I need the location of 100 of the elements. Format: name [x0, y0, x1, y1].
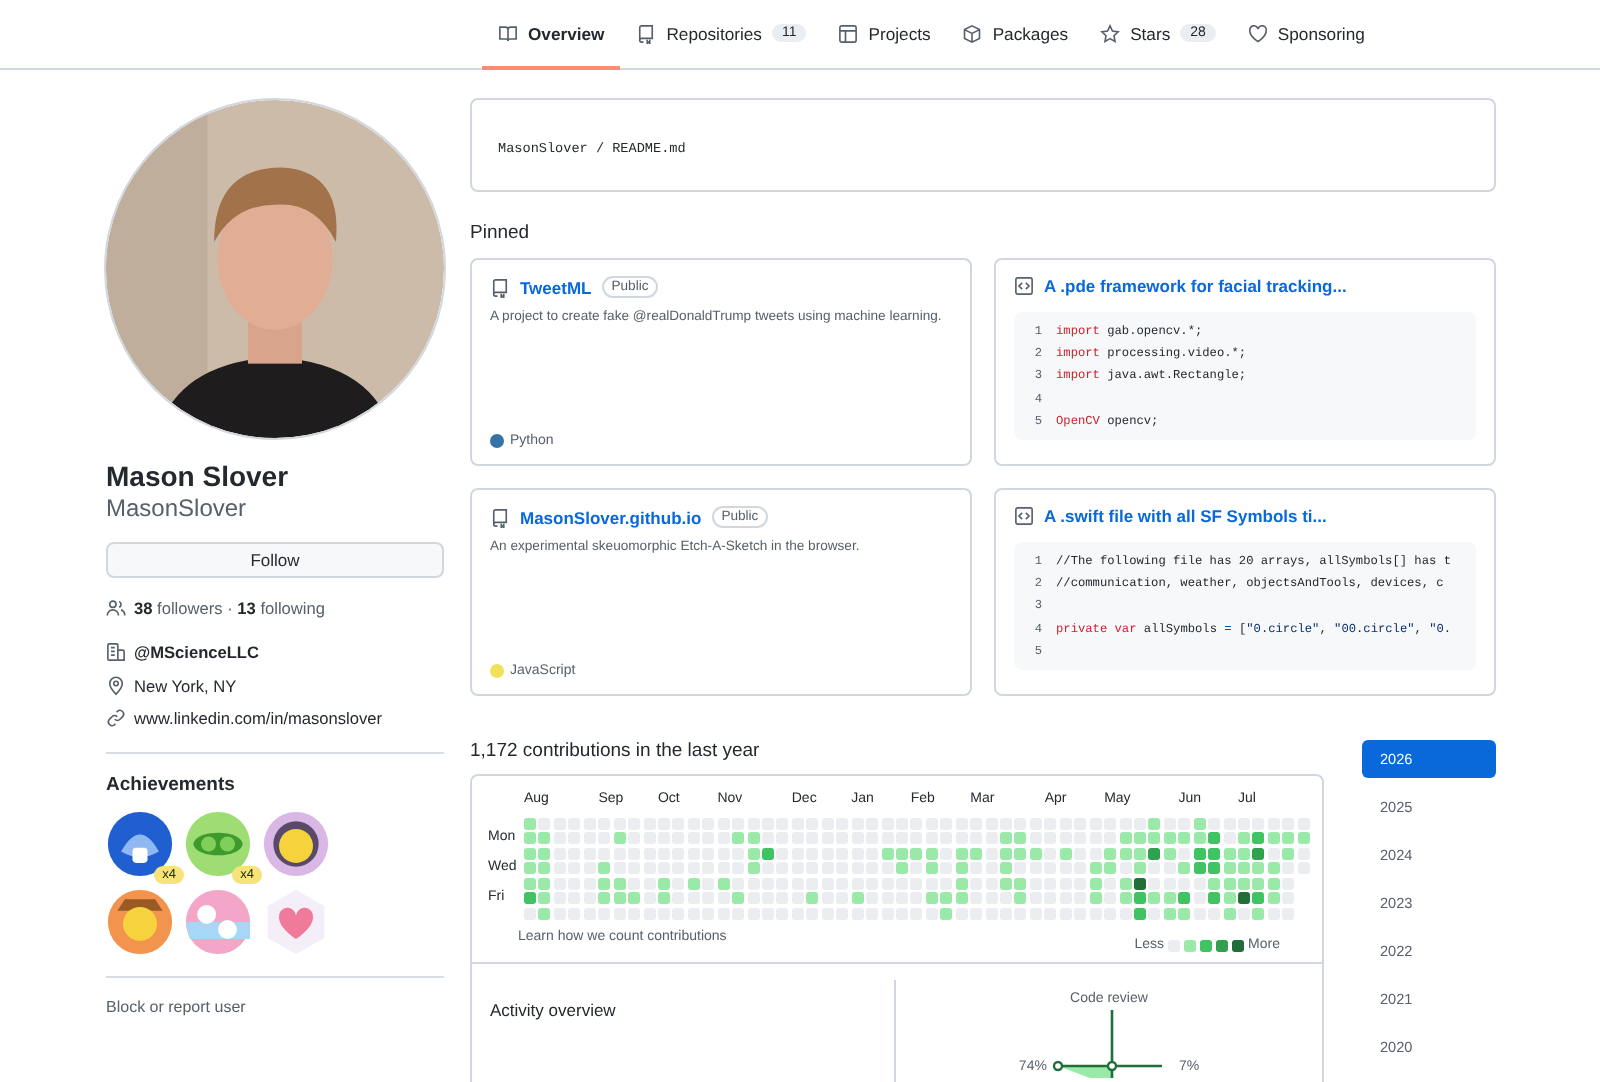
contribution-cell[interactable]	[1252, 862, 1265, 875]
contribution-cell[interactable]	[1014, 862, 1027, 875]
contribution-cell[interactable]	[598, 907, 611, 920]
contribution-cell[interactable]	[538, 907, 551, 920]
contribution-cell[interactable]	[1000, 877, 1012, 890]
contribution-cell[interactable]	[1267, 862, 1280, 875]
gist-link[interactable]: A .pde framework for facial tracking...	[1044, 276, 1347, 296]
contribution-cell[interactable]	[1133, 847, 1146, 860]
contribution-cell[interactable]	[732, 877, 745, 890]
contribution-cell[interactable]	[1267, 832, 1280, 845]
achievement-badge-icon[interactable]	[106, 809, 174, 877]
contribution-cell[interactable]	[1148, 907, 1161, 920]
contribution-cell[interactable]	[1014, 907, 1027, 920]
contribution-cell[interactable]	[628, 877, 641, 890]
organization-link[interactable]: @MScienceLLC	[134, 642, 259, 663]
contribution-cell[interactable]	[955, 877, 968, 890]
contribution-cell[interactable]	[732, 907, 745, 920]
contribution-cell[interactable]	[1282, 832, 1295, 845]
contribution-cell[interactable]	[747, 847, 760, 860]
contribution-cell[interactable]	[702, 862, 715, 875]
contribution-cell[interactable]	[1104, 892, 1117, 905]
contribution-cell[interactable]	[1089, 907, 1102, 920]
contribution-cell[interactable]	[970, 847, 983, 860]
contribution-cell[interactable]	[1119, 877, 1131, 890]
contribution-cell[interactable]	[776, 832, 789, 845]
contribution-cell[interactable]	[762, 862, 774, 875]
contribution-cell[interactable]	[955, 847, 968, 860]
contribution-cell[interactable]	[985, 877, 998, 890]
contribution-cell[interactable]	[1297, 818, 1310, 830]
contribution-cell[interactable]	[970, 862, 983, 875]
contribution-cell[interactable]	[657, 862, 670, 875]
contribution-cell[interactable]	[1000, 862, 1012, 875]
contribution-cell[interactable]	[955, 892, 968, 905]
contribution-cell[interactable]	[672, 862, 685, 875]
contribution-cell[interactable]	[1074, 892, 1087, 905]
contribution-cell[interactable]	[1282, 847, 1295, 860]
contribution-cell[interactable]	[583, 892, 596, 905]
contribution-cell[interactable]	[747, 862, 760, 875]
contribution-cell[interactable]	[1252, 847, 1265, 860]
contribution-cell[interactable]	[583, 862, 596, 875]
contribution-cell[interactable]	[925, 832, 938, 845]
contribution-cell[interactable]	[1000, 892, 1012, 905]
contribution-cell[interactable]	[806, 907, 819, 920]
contribution-cell[interactable]	[776, 847, 789, 860]
contribution-cell[interactable]	[1014, 832, 1027, 845]
contribution-cell[interactable]	[925, 907, 938, 920]
contribution-cell[interactable]	[1178, 832, 1191, 845]
contribution-cell[interactable]	[1029, 832, 1042, 845]
contribution-cell[interactable]	[1252, 832, 1265, 845]
contribution-cell[interactable]	[970, 877, 983, 890]
contribution-cell[interactable]	[910, 832, 923, 845]
contribution-cell[interactable]	[866, 862, 879, 875]
contribution-cell[interactable]	[1000, 832, 1012, 845]
contribution-cell[interactable]	[1282, 892, 1295, 905]
contribution-cell[interactable]	[1178, 862, 1191, 875]
contribution-cell[interactable]	[762, 847, 774, 860]
contribution-cell[interactable]	[1163, 877, 1176, 890]
contribution-cell[interactable]	[791, 877, 804, 890]
contribution-cell[interactable]	[628, 892, 641, 905]
website-link[interactable]: www.linkedin.com/in/masonslover	[134, 708, 383, 729]
block-link[interactable]: Block or report user	[106, 997, 444, 1015]
contribution-cell[interactable]	[1163, 832, 1176, 845]
contribution-cell[interactable]	[1029, 892, 1042, 905]
contribution-cell[interactable]	[598, 847, 611, 860]
contribution-cell[interactable]	[1208, 862, 1221, 875]
contribution-cell[interactable]	[836, 892, 849, 905]
contribution-cell[interactable]	[1089, 877, 1102, 890]
contribution-cell[interactable]	[1208, 907, 1221, 920]
contribution-cell[interactable]	[1059, 862, 1072, 875]
contribution-cell[interactable]	[613, 892, 626, 905]
contribution-cell[interactable]	[1119, 862, 1131, 875]
contribution-cell[interactable]	[1297, 847, 1310, 860]
nav-tab[interactable]: Packages	[946, 0, 1085, 70]
contribution-cell[interactable]	[1267, 818, 1280, 830]
contribution-cell[interactable]	[1208, 847, 1221, 860]
contribution-cell[interactable]	[1238, 877, 1250, 890]
contribution-cell[interactable]	[1029, 847, 1042, 860]
contribution-cell[interactable]	[538, 862, 551, 875]
contribution-cell[interactable]	[1208, 892, 1221, 905]
contribution-cell[interactable]	[732, 847, 745, 860]
contribution-cell[interactable]	[1193, 818, 1206, 830]
contribution-cell[interactable]	[1238, 847, 1250, 860]
contribution-cell[interactable]	[1193, 862, 1206, 875]
contribution-cell[interactable]	[1223, 862, 1236, 875]
contribution-cell[interactable]	[643, 892, 655, 905]
contribution-cell[interactable]	[1148, 818, 1161, 830]
contribution-cell[interactable]	[1104, 877, 1117, 890]
contribution-cell[interactable]	[940, 877, 953, 890]
contribution-cell[interactable]	[717, 832, 730, 845]
contribution-cell[interactable]	[1119, 892, 1131, 905]
contribution-cell[interactable]	[598, 818, 611, 830]
contribution-cell[interactable]	[1000, 818, 1012, 830]
contribution-cell[interactable]	[1059, 832, 1072, 845]
contribution-cell[interactable]	[985, 847, 998, 860]
achievement-badge-icon[interactable]	[106, 887, 174, 955]
contribution-cell[interactable]	[1238, 818, 1250, 830]
contribution-cell[interactable]	[687, 877, 700, 890]
contribution-cell[interactable]	[1014, 877, 1027, 890]
contribution-cell[interactable]	[866, 847, 879, 860]
contribution-cell[interactable]	[910, 847, 923, 860]
